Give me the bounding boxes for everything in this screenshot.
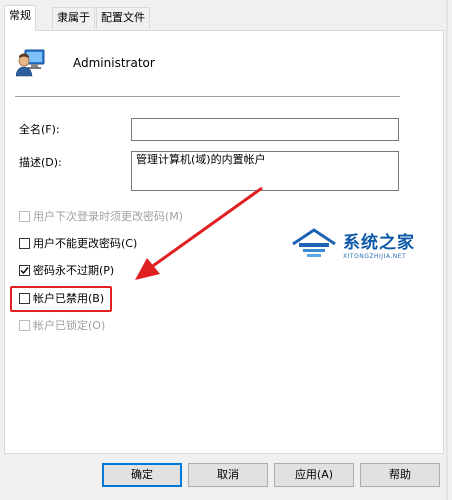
watermark-title: 系统之家 bbox=[343, 233, 415, 253]
cancel-button[interactable]: 取消 bbox=[188, 463, 268, 487]
watermark-subtitle: XITONGZHIJIA.NET bbox=[343, 253, 407, 260]
tab-general[interactable]: 常规 bbox=[4, 5, 36, 31]
ok-button[interactable]: 确定 bbox=[102, 463, 182, 487]
tab-general-label: 常规 bbox=[9, 9, 31, 22]
help-button[interactable]: 帮助 bbox=[360, 463, 440, 487]
apply-button[interactable]: 应用(A) bbox=[274, 463, 354, 487]
watermark-logo: 系统之家 XITONGZHIJIA.NET bbox=[289, 224, 439, 268]
house-logo-icon bbox=[292, 228, 336, 257]
